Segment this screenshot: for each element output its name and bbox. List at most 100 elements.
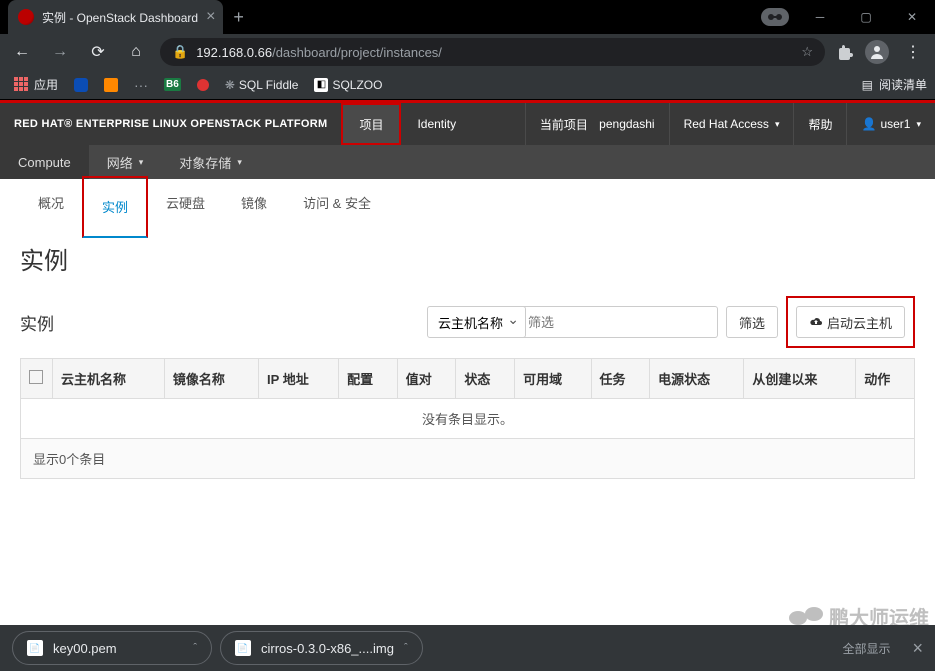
current-project-value: pengdashi bbox=[599, 117, 654, 131]
home-button[interactable]: ⌂ bbox=[122, 43, 150, 61]
col-power[interactable]: 电源状态 bbox=[650, 359, 744, 399]
nav-project[interactable]: 项目 bbox=[341, 103, 401, 145]
subnav-compute[interactable]: Compute bbox=[0, 145, 89, 179]
help-link[interactable]: 帮助 bbox=[793, 103, 846, 145]
bookmark-icon bbox=[197, 79, 209, 91]
filter-input[interactable] bbox=[518, 306, 718, 338]
col-flavor[interactable]: 配置 bbox=[339, 359, 398, 399]
redhat-access-menu[interactable]: Red Hat Access▾ bbox=[669, 103, 794, 145]
download-filename: cirros-0.3.0-x86_....img bbox=[261, 641, 394, 656]
show-all-downloads[interactable]: 全部显示 bbox=[842, 640, 890, 657]
tab-images[interactable]: 镜像 bbox=[223, 179, 285, 227]
col-task[interactable]: 任务 bbox=[591, 359, 650, 399]
table-footer: 显示0个条目 bbox=[21, 439, 915, 479]
select-all-header[interactable] bbox=[21, 359, 53, 399]
panel-title: 实例 bbox=[20, 310, 54, 335]
reading-list-icon: ▤ bbox=[862, 78, 873, 92]
profile-avatar[interactable] bbox=[865, 40, 889, 64]
incognito-icon[interactable] bbox=[761, 8, 789, 26]
window-controls: ─ ▢ ✕ bbox=[761, 0, 935, 34]
tab-volumes[interactable]: 云硬盘 bbox=[148, 179, 223, 227]
current-project[interactable]: 当前项目 pengdashi bbox=[525, 103, 669, 145]
maximize-button[interactable]: ▢ bbox=[843, 0, 889, 34]
empty-row: 没有条目显示。 bbox=[21, 399, 915, 439]
col-ip[interactable]: IP 地址 bbox=[259, 359, 339, 399]
browser-titlebar: 实例 - OpenStack Dashboard × + ─ ▢ ✕ bbox=[0, 0, 935, 34]
apps-label: 应用 bbox=[34, 76, 58, 93]
subnav-network[interactable]: 网络▾ bbox=[89, 145, 162, 179]
nav-identity[interactable]: Identity bbox=[401, 103, 472, 145]
downloads-bar: 📄 key00.pem ˆ 📄 cirros-0.3.0-x86_....img… bbox=[0, 625, 935, 671]
url-input[interactable]: 🔒 192.168.0.66/dashboard/project/instanc… bbox=[160, 38, 825, 66]
bookmark-icon bbox=[74, 78, 88, 92]
lock-icon: 🔒 bbox=[172, 44, 188, 60]
forward-button[interactable]: → bbox=[46, 43, 74, 61]
tab-overview[interactable]: 概况 bbox=[20, 179, 82, 227]
apps-grid-icon bbox=[14, 77, 30, 93]
close-window-button[interactable]: ✕ bbox=[889, 0, 935, 34]
bookmark-item[interactable]: B6 bbox=[158, 72, 187, 98]
bookmark-icon: B6 bbox=[164, 78, 181, 91]
launch-instance-button[interactable]: 启动云主机 bbox=[796, 306, 905, 338]
tab-instances[interactable]: 实例 bbox=[82, 176, 148, 238]
instances-table: 云主机名称 镜像名称 IP 地址 配置 值对 状态 可用域 任务 电源状态 从创… bbox=[20, 358, 915, 479]
page-title: 实例 bbox=[20, 241, 915, 276]
bookmark-item[interactable] bbox=[191, 72, 215, 98]
tab-access-security[interactable]: 访问 & 安全 bbox=[285, 179, 389, 227]
user-menu[interactable]: 👤 user1▾ bbox=[846, 103, 935, 145]
sqlfiddle-bookmark[interactable]: ❋SQL Fiddle bbox=[219, 72, 305, 98]
minimize-button[interactable]: ─ bbox=[797, 0, 843, 34]
bookmarks-bar: 应用 ··· B6 ❋SQL Fiddle ◧SQLZOO ▤ 阅读清单 bbox=[0, 70, 935, 100]
sqlzoo-bookmark[interactable]: ◧SQLZOO bbox=[308, 72, 388, 98]
empty-message: 没有条目显示。 bbox=[21, 399, 915, 439]
filter-button[interactable]: 筛选 bbox=[726, 306, 778, 338]
close-downloads-bar[interactable]: × bbox=[912, 638, 923, 659]
col-az[interactable]: 可用域 bbox=[515, 359, 591, 399]
bookmark-item[interactable]: ··· bbox=[128, 72, 154, 98]
page-tabs: 概况 实例 云硬盘 镜像 访问 & 安全 bbox=[0, 179, 935, 227]
reload-button[interactable]: ⟳ bbox=[84, 42, 112, 62]
col-status[interactable]: 状态 bbox=[456, 359, 515, 399]
footer-count: 显示0个条目 bbox=[21, 439, 915, 479]
tab-close-icon[interactable]: × bbox=[206, 8, 215, 26]
openstack-header: RED HAT® ENTERPRISE LINUX OPENSTACK PLAT… bbox=[0, 103, 935, 145]
chevron-up-icon[interactable]: ˆ bbox=[404, 642, 408, 654]
cloud-upload-icon bbox=[809, 316, 823, 328]
col-name[interactable]: 云主机名称 bbox=[53, 359, 165, 399]
file-icon: 📄 bbox=[27, 640, 43, 656]
chevron-up-icon[interactable]: ˆ bbox=[193, 642, 197, 654]
address-bar: ← → ⟳ ⌂ 🔒 192.168.0.66/dashboard/project… bbox=[0, 34, 935, 70]
col-image[interactable]: 镜像名称 bbox=[164, 359, 258, 399]
reading-list-button[interactable]: ▤ 阅读清单 bbox=[862, 76, 927, 93]
file-icon: 📄 bbox=[235, 640, 251, 656]
bookmark-icon bbox=[104, 78, 118, 92]
back-button[interactable]: ← bbox=[8, 43, 36, 61]
bookmark-icon: ··· bbox=[134, 77, 148, 93]
checkbox-icon[interactable] bbox=[29, 370, 43, 384]
extensions-icon[interactable] bbox=[835, 42, 855, 62]
filter-field-select[interactable]: 云主机名称 bbox=[427, 306, 526, 338]
col-actions[interactable]: 动作 bbox=[856, 359, 915, 399]
reading-list-label: 阅读清单 bbox=[879, 76, 927, 93]
subnav-object-storage[interactable]: 对象存储▾ bbox=[161, 145, 260, 179]
apps-bookmark[interactable]: 应用 bbox=[8, 72, 64, 98]
col-age[interactable]: 从创建以来 bbox=[744, 359, 856, 399]
col-keypair[interactable]: 值对 bbox=[397, 359, 456, 399]
bookmark-item[interactable] bbox=[68, 72, 94, 98]
download-filename: key00.pem bbox=[53, 641, 117, 656]
current-project-label: 当前项目 bbox=[540, 116, 588, 133]
sub-navigation: Compute 网络▾ 对象存储▾ bbox=[0, 145, 935, 179]
chevron-down-icon: ▾ bbox=[237, 157, 242, 168]
bookmark-icon: ◧ bbox=[314, 78, 328, 92]
download-item[interactable]: 📄 cirros-0.3.0-x86_....img ˆ bbox=[220, 631, 423, 665]
chevron-down-icon: ▾ bbox=[775, 119, 780, 130]
tab-favicon bbox=[18, 9, 34, 25]
bookmark-item[interactable] bbox=[98, 72, 124, 98]
chevron-down-icon: ▾ bbox=[139, 157, 144, 168]
browser-tab[interactable]: 实例 - OpenStack Dashboard × bbox=[8, 0, 223, 34]
bookmark-star-icon[interactable]: ☆ bbox=[801, 44, 813, 60]
bookmark-icon: ❋ bbox=[225, 78, 235, 92]
new-tab-button[interactable]: + bbox=[233, 7, 244, 28]
browser-menu-icon[interactable]: ⋮ bbox=[899, 42, 927, 62]
download-item[interactable]: 📄 key00.pem ˆ bbox=[12, 631, 212, 665]
